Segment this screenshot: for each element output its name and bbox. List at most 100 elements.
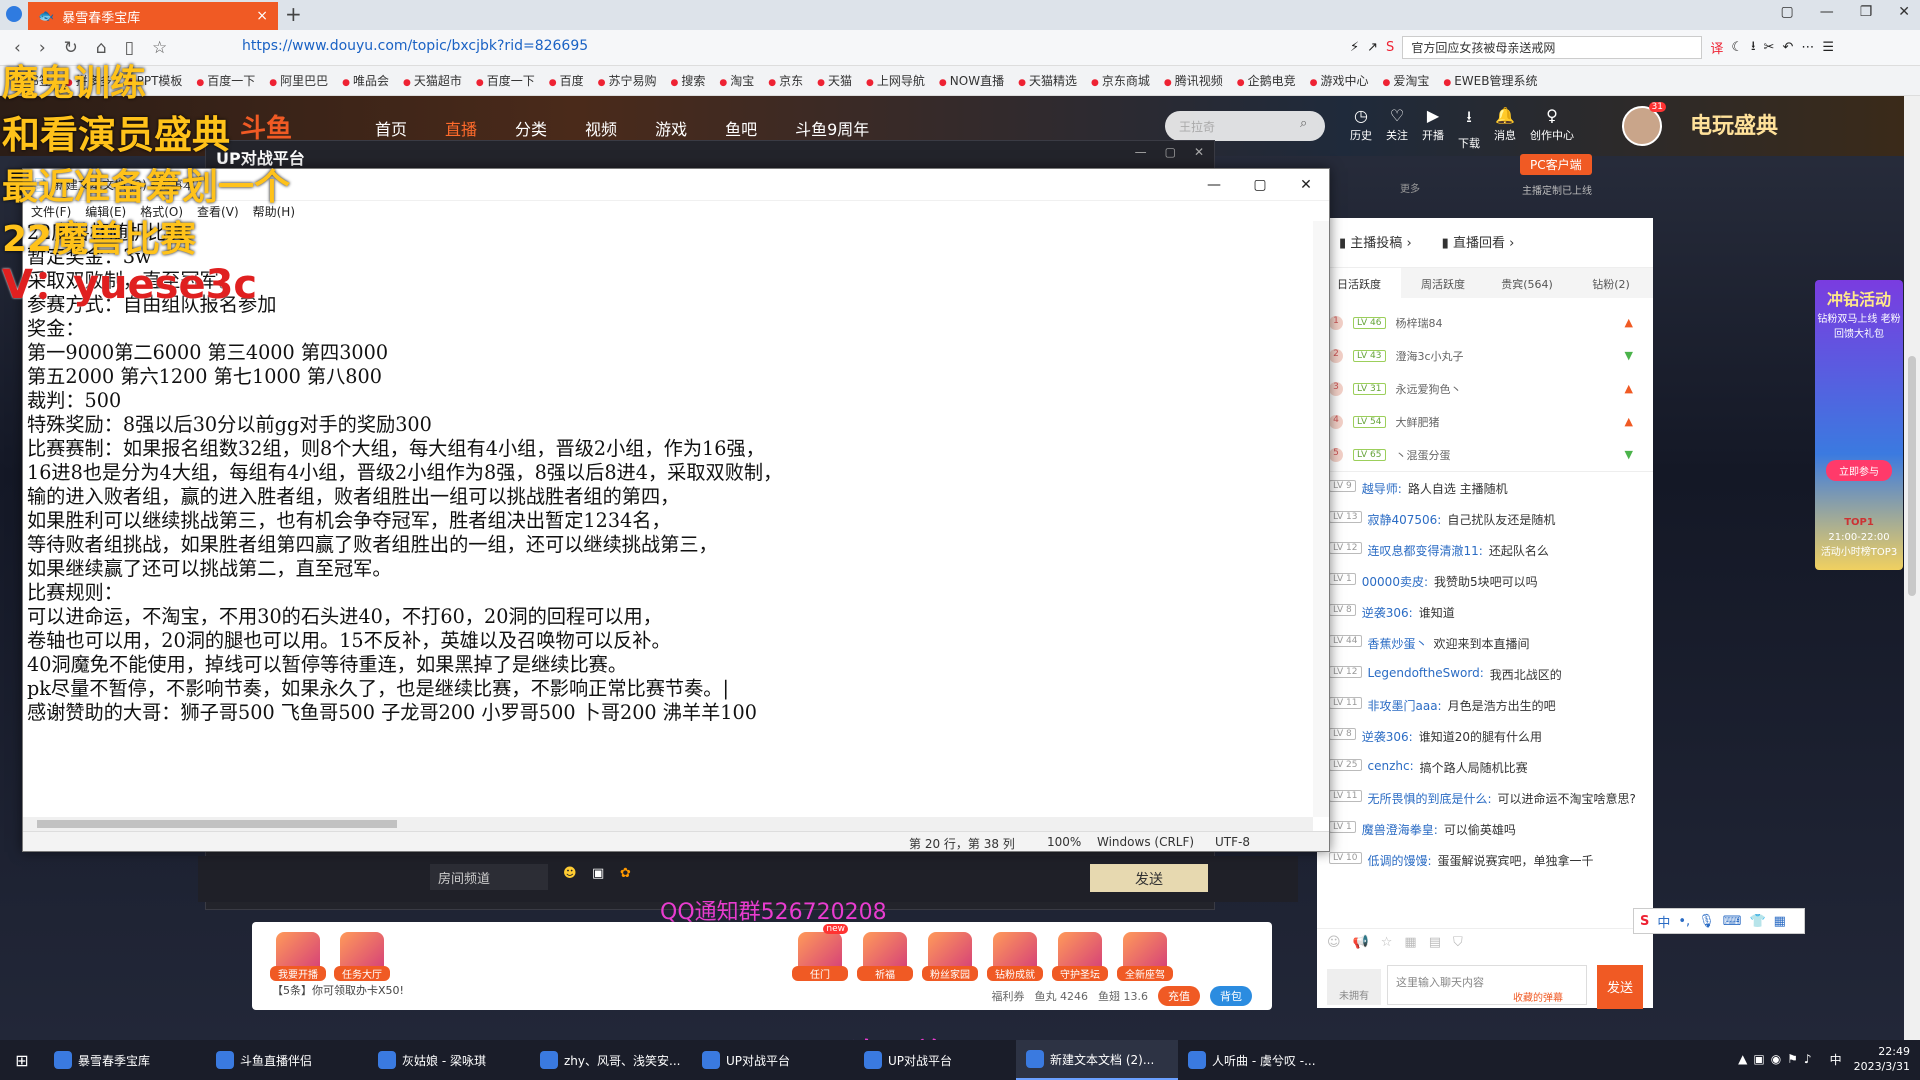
shield-icon[interactable]: ⛉ [1453,935,1463,950]
card-icon[interactable]: ▦ [1404,935,1416,950]
chat-nickname[interactable]: 无所畏惧的到底是什么: [1368,790,1492,807]
bookmark-item[interactable]: 淘宝 [719,72,754,89]
chat-nickname[interactable]: 香蕉炒蛋丶 [1368,635,1428,652]
close-button[interactable]: ✕ [1898,4,1910,20]
close-tab-icon[interactable]: × [256,8,268,24]
notepad-maximize-button[interactable]: ▢ [1237,169,1283,201]
more-link[interactable]: 更多 [1400,180,1420,195]
star-icon[interactable]: ☆ [152,38,167,58]
header-icon-item[interactable]: ♀ 创作中心 [1530,106,1574,151]
gift-item[interactable]: 钻粉成就 [987,932,1043,981]
bookmark-item[interactable]: 搜索 [671,72,705,89]
scrollbar-thumb[interactable] [37,820,397,828]
emoji-tool-icon[interactable]: ☺ [1327,935,1341,950]
chat-nickname[interactable]: 连叹息都变得清澈11: [1368,542,1483,559]
url-input[interactable]: https://www.douyu.com/topic/bxcjbk?rid=8… [242,38,588,54]
scissors-icon[interactable]: ✂ [1764,40,1775,55]
recharge-button[interactable]: 充值 [1158,986,1200,1006]
welfare-label[interactable]: 福利券 [992,988,1025,1004]
skin-icon[interactable]: 👕 [1749,914,1765,929]
undo-icon[interactable]: ↶ [1782,40,1793,55]
anchor-submission-link[interactable]: ▮ 主播投稿 › [1339,232,1412,253]
notepad-close-button[interactable]: ✕ [1283,169,1329,201]
tray-icons[interactable]: ▲▣◉⚑♪ [1738,1052,1817,1066]
bookmark-item[interactable]: 阿里巴巴 [269,72,328,89]
chat-nickname[interactable]: 非攻墨门aaa: [1368,697,1442,714]
activity-join-button[interactable]: 立即参与 [1826,460,1892,481]
chat-nickname[interactable]: 寂静407506: [1368,511,1442,528]
gift-footer-notice[interactable]: 【5条】你可领取办卡X50! [272,982,404,998]
header-icon-item[interactable]: ▶ 开播 [1422,106,1444,151]
rank-row[interactable]: 1 LV 46 杨梓瑞84 ▲ [1317,306,1653,339]
more-icon[interactable]: ⋯ [1801,40,1814,55]
chat-nickname[interactable]: 低调的馒馒: [1368,852,1432,869]
nav-item[interactable]: 游戏 [655,116,687,140]
bookmark-item[interactable]: 百度一下 [196,72,255,89]
page-scrollbar[interactable] [1904,96,1920,1040]
search-icon[interactable]: ⌕ [1300,116,1307,131]
gift-item[interactable]: 粉丝家园 [922,932,978,981]
menu-icon[interactable]: ☰ [1822,40,1834,55]
taskbar-app[interactable]: 新建文本文档 (2)... [1016,1040,1178,1080]
flash-icon[interactable]: ⚡ [1350,40,1359,55]
new-tab-button[interactable]: + [285,2,302,26]
taskbar-app[interactable]: UP对战平台 [692,1040,854,1080]
bag-icon[interactable]: ▤ [1429,935,1441,950]
minimize-button[interactable]: — [1820,4,1834,20]
notepad-vertical-scrollbar[interactable] [1313,221,1329,817]
gift-item[interactable]: 我要开播 [270,932,326,981]
not-owned-badge[interactable]: 未拥有 [1327,969,1381,1005]
bookmark-item[interactable]: 京东 [768,72,803,89]
chat-nickname[interactable]: 越导师: [1362,480,1402,497]
chat-nickname[interactable]: cenzhc: [1368,759,1414,773]
pc-client-button[interactable]: PC客户端 [1520,154,1592,175]
download-arrow-icon[interactable]: ⭳ [1751,37,1756,59]
ranking-tab[interactable]: 贵宾(564) [1485,268,1569,298]
bookmark-item[interactable]: 百度一下 [476,72,535,89]
rank-row[interactable]: 2 LV 43 澄海3c小丸子 ▼ [1317,339,1653,372]
taskbar-ime[interactable]: 中 [1830,1051,1842,1068]
avatar[interactable]: 31 [1622,102,1666,146]
translate-icon[interactable]: 译 [1710,38,1723,57]
rank-row[interactable]: 4 LV 54 大鲜肥猪 ▲ [1317,405,1653,438]
clock[interactable]: 22:49 2023/3/31 [1854,1044,1910,1074]
pin-icon[interactable]: ▢ [1780,4,1793,20]
chat-nickname[interactable]: 逆袭306: [1362,604,1413,621]
collect-barrage-link[interactable]: 收藏的弹幕 [1513,989,1563,1004]
header-icon-item[interactable]: ⭳ 下载 [1458,106,1480,151]
emoji-icon[interactable]: ☻ [563,866,577,881]
bookmark-item[interactable]: 百度 [549,72,584,89]
nav-item[interactable]: 视频 [585,116,617,140]
night-mode-icon[interactable]: ☾ [1731,40,1743,55]
ime-punct-icon[interactable]: •, [1678,914,1690,929]
up-minimize-button[interactable]: — [1135,145,1147,159]
chat-send-button[interactable]: 发送 [1597,965,1643,1009]
bookmark-item[interactable]: 游戏中心 [1310,72,1368,89]
keyboard-icon[interactable]: ⌨ [1723,914,1742,929]
rank-row[interactable]: 5 LV 65 丶混蛋分蛋 ▼ [1317,438,1653,471]
nav-item[interactable]: 首页 [375,116,407,140]
bookmark-item[interactable]: 天猫 [817,72,852,89]
notepad-minimize-button[interactable]: — [1191,169,1237,201]
up-maximize-button[interactable]: ▢ [1165,145,1176,159]
gift-icon[interactable]: ✿ [620,866,631,881]
bookmark-item[interactable]: 企鹅电竞 [1237,72,1296,89]
bookmark-item[interactable]: NOW直播 [939,72,1004,89]
page-scrollbar-thumb[interactable] [1908,356,1916,596]
bookmark-item[interactable]: 唯品会 [342,72,389,89]
nav-item[interactable]: 直播 [445,116,477,140]
gift-item[interactable]: 全新座驾 [1117,932,1173,981]
activity-banner[interactable]: 冲钻活动 钻粉双马上线 老粉回馈大礼包 立即参与 TOP1 21:00-22:0… [1815,280,1903,570]
bookmark-item[interactable]: 天猫超市 [403,72,462,89]
stream-send-button[interactable]: 发送 [1090,864,1208,892]
chat-nickname[interactable]: 00000卖皮: [1362,573,1428,590]
nav-item[interactable]: 分类 [515,116,547,140]
share-icon[interactable]: ↗ [1367,40,1378,55]
bookmark-item[interactable]: 天猫精选 [1018,72,1077,89]
grid-icon[interactable]: ▦ [1774,914,1786,929]
taskbar-app[interactable]: 斗鱼直播伴侣 [206,1040,368,1080]
header-icon-item[interactable]: ◷ 历史 [1350,106,1372,151]
notepad-horizontal-scrollbar[interactable] [23,817,1313,831]
nav-item[interactable]: 鱼吧 [725,116,757,140]
gift-item[interactable]: 任门 new [792,924,848,981]
